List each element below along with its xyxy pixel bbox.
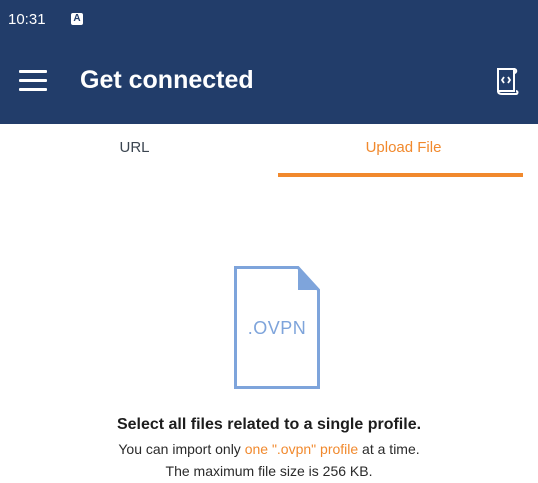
file-type-label: .OVPN [247, 318, 307, 338]
tab-bar: URL Upload File [0, 124, 538, 180]
ovpn-profile-icon[interactable] [494, 66, 520, 96]
hamburger-menu-icon[interactable] [19, 70, 47, 92]
status-time: 10:31 [8, 11, 46, 28]
tab-url[interactable]: URL [0, 124, 269, 180]
upload-info: You can import only one ".ovpn" profile … [0, 441, 538, 457]
upload-info-suffix: at a time. [358, 441, 420, 457]
upload-info-prefix: You can import only [118, 441, 245, 457]
a-badge-icon: A [71, 13, 83, 25]
a-badge-letter: A [73, 13, 81, 24]
app-bar: Get connected [0, 40, 538, 124]
tab-upload-file[interactable]: Upload File [269, 124, 538, 180]
tab-selected-indicator [278, 173, 523, 177]
upload-headline: Select all files related to a single pro… [116, 416, 422, 433]
page-title: Get connected [80, 66, 254, 94]
one-profile-link[interactable]: one ".ovpn" profile [245, 441, 358, 457]
status-bar: 10:31 A [0, 0, 538, 40]
file-size-note: The maximum file size is 256 KB. [165, 463, 373, 479]
